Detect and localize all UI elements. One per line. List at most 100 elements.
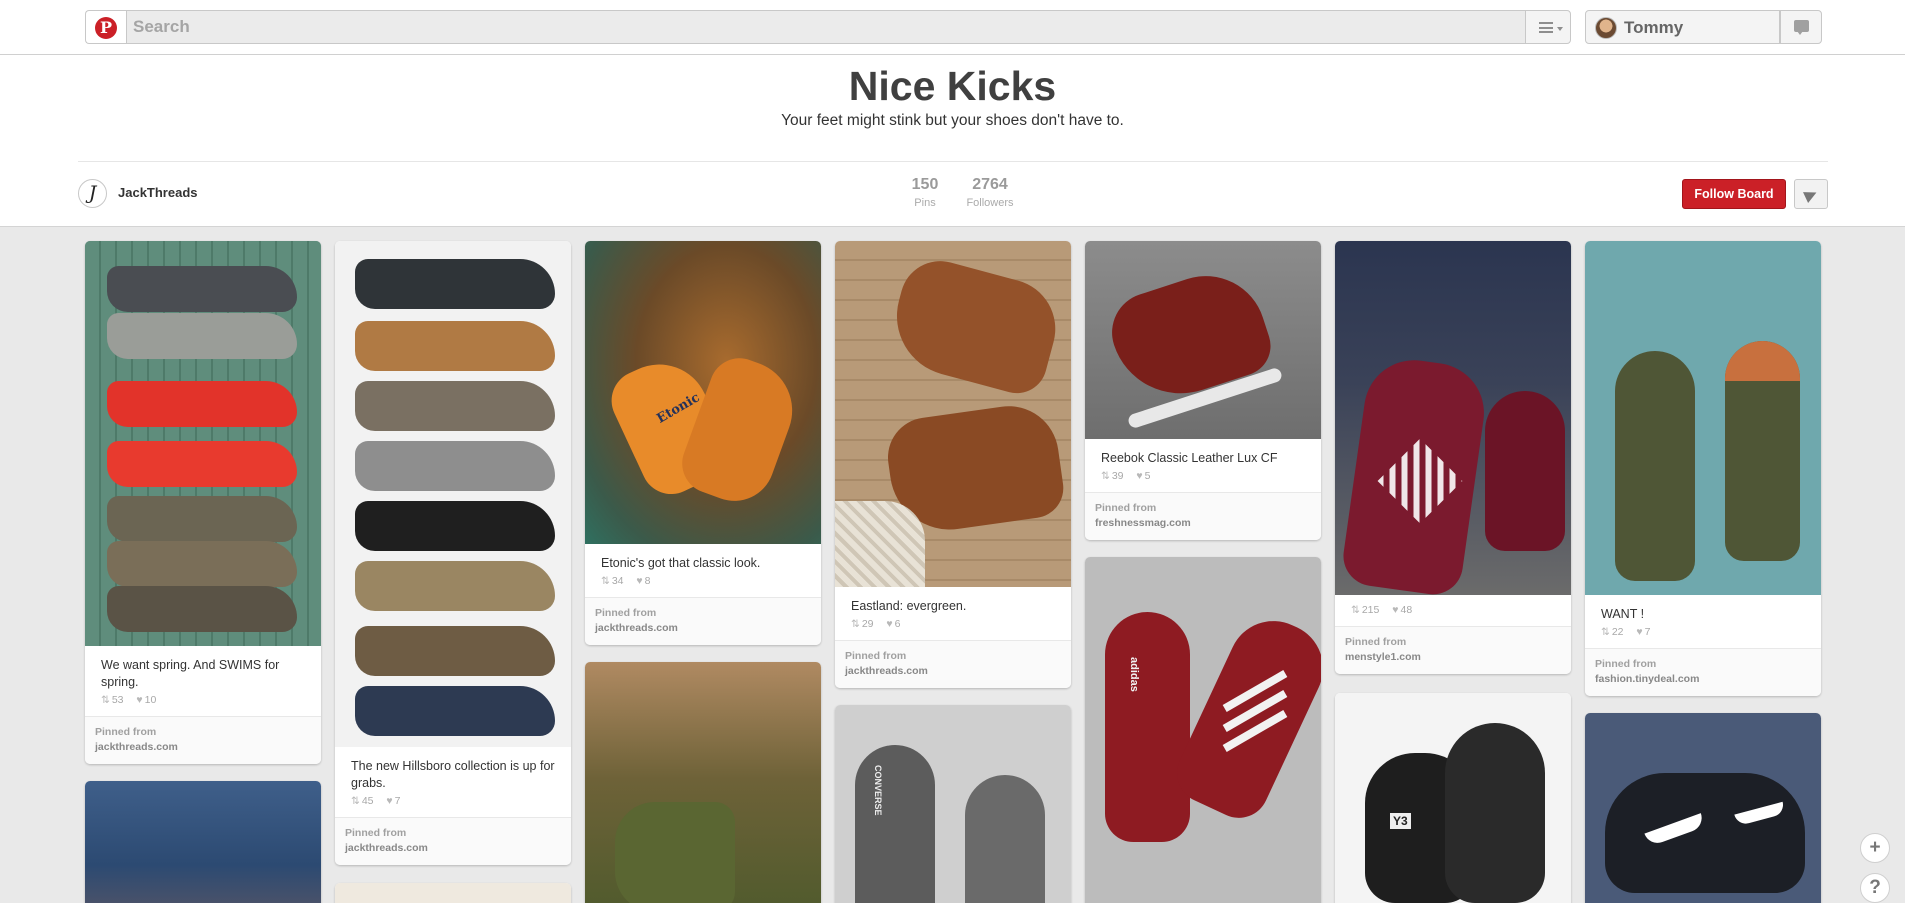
user-name: Tommy: [1624, 18, 1684, 37]
adidas-logo-text: adidas: [1128, 657, 1140, 692]
pins-label: Pins: [914, 197, 936, 209]
pin-image[interactable]: [585, 662, 821, 903]
pin-image[interactable]: [85, 241, 321, 646]
repin-icon: ⇅: [351, 795, 360, 807]
pin-image[interactable]: [1085, 241, 1321, 439]
pinned-from-label: Pinned from: [1345, 636, 1407, 648]
repin-count: 39: [1111, 470, 1124, 482]
source-domain[interactable]: menstyle1.com: [1345, 650, 1561, 665]
pinned-from-label: Pinned from: [845, 650, 907, 662]
search-input[interactable]: [126, 10, 1526, 44]
pin-source[interactable]: Pinned from jackthreads.com: [85, 716, 321, 764]
board-header: Nice Kicks Your feet might stink but you…: [0, 55, 1905, 227]
pin-source[interactable]: Pinned from freshnessmag.com: [1085, 492, 1321, 540]
pin-card[interactable]: ⇅ 215 ♥ 48 Pinned from menstyle1.com: [1335, 241, 1571, 674]
pin-image[interactable]: [1335, 241, 1571, 599]
pin-caption: WANT !: [1601, 607, 1645, 621]
pin-source[interactable]: Pinned from jackthreads.com: [335, 817, 571, 865]
source-domain[interactable]: freshnessmag.com: [1095, 516, 1311, 531]
pin-card[interactable]: Etonic Etonic's got that classic look. ⇅…: [585, 241, 821, 645]
pin-image[interactable]: [1585, 713, 1821, 903]
pin-caption: Etonic's got that classic look.: [601, 556, 761, 570]
followers-count: 2764: [972, 176, 1008, 193]
caret-down-icon: [1557, 27, 1563, 31]
send-board-button[interactable]: [1794, 179, 1828, 209]
like-count: 8: [644, 575, 651, 587]
repin-icon: ⇅: [601, 575, 610, 587]
pin-source[interactable]: Pinned from jackthreads.com: [585, 597, 821, 645]
pin-card[interactable]: Y3: [1335, 693, 1571, 903]
user-avatar: [1595, 17, 1617, 39]
source-domain[interactable]: fashion.tinydeal.com: [1595, 672, 1811, 687]
help-icon: ?: [1869, 877, 1881, 898]
pin-image[interactable]: Y3: [1335, 693, 1571, 903]
pin-card[interactable]: CONVERSE: [835, 705, 1071, 903]
pin-card[interactable]: The new Hillsboro collection is up for g…: [335, 241, 571, 865]
owner-name-link[interactable]: JackThreads: [118, 185, 198, 200]
repin-icon: ⇅: [101, 694, 110, 706]
repin-icon: ⇅: [1101, 470, 1110, 482]
repin-count: 215: [1361, 604, 1380, 616]
pin-card[interactable]: [85, 781, 321, 903]
followers-count-stat[interactable]: 2764 Followers: [962, 176, 1018, 209]
repin-icon: ⇅: [851, 618, 860, 630]
heart-icon: ♥: [136, 694, 143, 706]
pin-card[interactable]: Eastland: evergreen. ⇅ 29 ♥ 6 Pinned from …: [835, 241, 1071, 688]
repin-count: 22: [1611, 626, 1624, 638]
plus-icon: +: [1869, 837, 1881, 858]
source-domain[interactable]: jackthreads.com: [845, 664, 1061, 679]
pin-source[interactable]: Pinned from fashion.tinydeal.com: [1585, 648, 1821, 696]
board-title: Nice Kicks: [848, 63, 1057, 109]
pin-image[interactable]: adidas: [1085, 557, 1321, 903]
pin-card[interactable]: We want spring. And SWIMS for spring. ⇅ 5…: [85, 241, 321, 764]
heart-icon: ♥: [1392, 604, 1399, 616]
like-count: 6: [894, 618, 901, 630]
source-domain[interactable]: jackthreads.com: [95, 740, 311, 755]
pin-image[interactable]: [335, 883, 571, 903]
repin-icon: ⇅: [1601, 626, 1610, 638]
owner-avatar[interactable]: J: [78, 179, 107, 208]
pinned-from-label: Pinned from: [345, 827, 407, 839]
pin-image[interactable]: [335, 241, 571, 747]
source-domain[interactable]: jackthreads.com: [345, 841, 561, 856]
pin-card[interactable]: [335, 883, 571, 903]
followers-label: Followers: [966, 197, 1014, 209]
pin-source[interactable]: Pinned from menstyle1.com: [1335, 626, 1571, 674]
heart-icon: ♥: [886, 618, 893, 630]
pin-stats: ⇅ 39 ♥ 5: [1085, 467, 1321, 492]
add-pin-button[interactable]: +: [1860, 833, 1890, 863]
pinned-from-label: Pinned from: [95, 726, 157, 738]
pin-card[interactable]: adidas: [1085, 557, 1321, 903]
pin-stats: ⇅ 215 ♥ 48: [1335, 595, 1571, 626]
pin-card[interactable]: [585, 662, 821, 903]
pin-stats: ⇅ 45 ♥ 7: [335, 792, 571, 817]
category-menu-button[interactable]: [1525, 10, 1571, 44]
pin-image[interactable]: Etonic: [585, 241, 821, 544]
source-domain[interactable]: jackthreads.com: [595, 621, 811, 636]
user-profile-button[interactable]: Tommy: [1585, 10, 1780, 44]
send-icon: [1803, 187, 1819, 203]
pin-image[interactable]: CONVERSE: [835, 705, 1071, 903]
pin-image[interactable]: [85, 781, 321, 903]
follow-board-button[interactable]: Follow Board: [1682, 179, 1786, 209]
pin-card[interactable]: [1585, 713, 1821, 903]
pin-caption: Eastland: evergreen.: [851, 599, 967, 613]
notifications-button[interactable]: [1780, 10, 1822, 44]
pinned-from-label: Pinned from: [1595, 658, 1657, 670]
pin-image[interactable]: [835, 241, 1071, 587]
pins-count-stat[interactable]: 150 Pins: [897, 176, 953, 209]
help-button[interactable]: ?: [1860, 873, 1890, 903]
y3-logo-text: Y3: [1390, 813, 1411, 829]
repin-count: 29: [861, 618, 874, 630]
pin-stats: ⇅ 34 ♥ 8: [585, 572, 821, 597]
top-nav-bar: P Tommy: [0, 0, 1905, 55]
like-count: 5: [1144, 470, 1151, 482]
pin-card[interactable]: Reebok Classic Leather Lux CF ⇅ 39 ♥ 5 Pin…: [1085, 241, 1321, 540]
pinterest-logo-button[interactable]: P: [85, 10, 126, 44]
pin-caption: The new Hillsboro collection is up for g…: [351, 759, 555, 790]
pin-image[interactable]: [1585, 241, 1821, 595]
pin-source[interactable]: Pinned from jackthreads.com: [835, 640, 1071, 688]
like-count: 10: [144, 694, 157, 706]
pin-card[interactable]: WANT ! ⇅ 22 ♥ 7 Pinned from fashion.tinyde…: [1585, 241, 1821, 696]
like-count: 7: [394, 795, 401, 807]
